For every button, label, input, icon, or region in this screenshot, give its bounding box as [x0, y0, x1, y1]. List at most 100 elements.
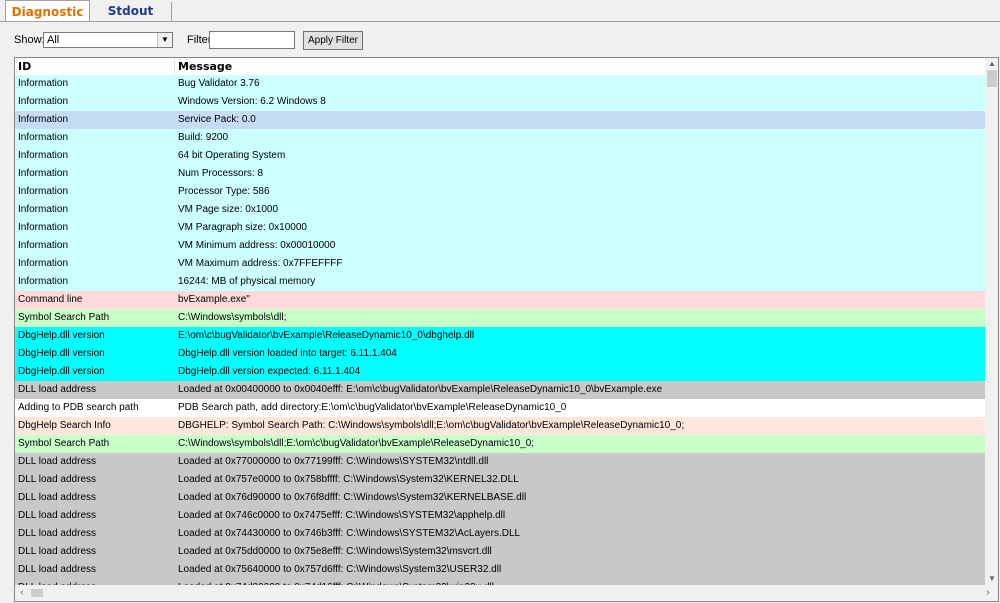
show-select[interactable]: All ▼ — [43, 32, 173, 48]
cell-message: E:\om\c\bugValidator\bvExample\ReleaseDy… — [178, 330, 475, 341]
cell-id: DLL load address — [18, 492, 97, 503]
tab-stdout[interactable]: Stdout — [90, 2, 172, 22]
cell-id: DLL load address — [18, 456, 97, 467]
cell-message: Windows Version: 6.2 Windows 8 — [178, 96, 326, 107]
table-row[interactable]: DbgHelp.dll version DbgHelp.dll version e… — [15, 363, 985, 381]
tab-diagnostic[interactable]: Diagnostic — [5, 0, 90, 22]
chevron-down-icon[interactable]: ▼ — [985, 573, 998, 585]
cell-id: Command line — [18, 294, 83, 305]
cell-id: Adding to PDB search path — [18, 402, 139, 413]
table-row[interactable]: DbgHelp.dll version E:\om\c\bugValidator\… — [15, 327, 985, 345]
table-row[interactable]: DLL load address Loaded at 0x75640000 to … — [15, 561, 985, 579]
cell-id: DLL load address — [18, 474, 97, 485]
table-row[interactable]: Information Num Processors: 8 — [15, 165, 985, 183]
table-body: Information Bug Validator 3.76 Information… — [15, 75, 985, 597]
cell-message: DbgHelp.dll version expected: 6.11.1.404 — [178, 366, 361, 377]
table-row[interactable]: Information VM Page size: 0x1000 — [15, 201, 985, 219]
chevron-right-icon[interactable]: › — [981, 585, 995, 601]
tab-panel-border — [0, 21, 1000, 22]
table-row[interactable]: DLL load address Loaded at 0x77000000 to … — [15, 453, 985, 471]
cell-message: bvExample.exe" — [178, 294, 250, 305]
cell-message: Loaded at 0x74430000 to 0x746b3fff: C:\W… — [178, 528, 521, 539]
table-row[interactable]: DLL load address Loaded at 0x757e0000 to … — [15, 471, 985, 489]
table-row[interactable]: DLL load address Loaded at 0x76d90000 to … — [15, 489, 985, 507]
table-row[interactable]: Information VM Maximum address: 0x7FFEFFF… — [15, 255, 985, 273]
cell-id: DLL load address — [18, 546, 97, 557]
table-row[interactable]: DLL load address Loaded at 0x75dd0000 to … — [15, 543, 985, 561]
cell-id: DbgHelp.dll version — [18, 330, 105, 341]
cell-message: Processor Type: 586 — [178, 186, 270, 197]
column-header-message[interactable]: Message — [175, 58, 985, 75]
cell-message: DBGHELP: Symbol Search Path: C:\Windows\… — [178, 420, 685, 431]
table-row[interactable]: DLL load address Loaded at 0x746c0000 to … — [15, 507, 985, 525]
table-row[interactable]: Information Build: 9200 — [15, 129, 985, 147]
cell-message: 64 bit Operating System — [178, 150, 286, 161]
chevron-up-icon[interactable]: ▲ — [985, 58, 998, 70]
cell-id: Symbol Search Path — [18, 438, 110, 449]
diagnostic-list[interactable]: ID Message Information Bug Validator 3.76… — [14, 57, 999, 602]
chevron-down-icon[interactable]: ▼ — [157, 33, 172, 47]
cell-message: VM Paragraph size: 0x10000 — [178, 222, 307, 233]
cell-message: DbgHelp.dll version loaded into target: … — [178, 348, 397, 359]
cell-id: Symbol Search Path — [18, 312, 110, 323]
cell-message: C:\Windows\symbols\dll; — [178, 312, 287, 323]
cell-message: 16244: MB of physical memory — [178, 276, 316, 287]
cell-id: Information — [18, 240, 69, 251]
table-row[interactable]: Information Processor Type: 586 — [15, 183, 985, 201]
table-row[interactable]: Information VM Minimum address: 0x0001000… — [15, 237, 985, 255]
table-row[interactable]: Information VM Paragraph size: 0x10000 — [15, 219, 985, 237]
table-row[interactable]: Information 16244: MB of physical memory — [15, 273, 985, 291]
show-select-value: All — [47, 34, 60, 46]
cell-id: Information — [18, 276, 69, 287]
table-header: ID Message — [15, 58, 985, 75]
filter-toolbar: Show: All ▼ Filter: Apply Filter — [0, 29, 1000, 53]
table-row[interactable]: Symbol Search Path C:\Windows\symbols\dll… — [15, 435, 985, 453]
cell-id: Information — [18, 258, 69, 269]
cell-message: VM Maximum address: 0x7FFEFFFF — [178, 258, 343, 269]
cell-message: VM Page size: 0x1000 — [178, 204, 279, 215]
filter-input[interactable] — [209, 31, 295, 49]
table-row[interactable]: Information 64 bit Operating System — [15, 147, 985, 165]
cell-id: Information — [18, 168, 69, 179]
cell-id: Information — [18, 114, 69, 125]
cell-message: Bug Validator 3.76 — [178, 78, 260, 89]
cell-message: Loaded at 0x75dd0000 to 0x75e8efff: C:\W… — [178, 546, 492, 557]
cell-id: DLL load address — [18, 564, 97, 575]
cell-message: Loaded at 0x77000000 to 0x77199fff: C:\W… — [178, 456, 489, 467]
cell-message: Loaded at 0x757e0000 to 0x758bffff: C:\W… — [178, 474, 519, 485]
cell-id: DbgHelp.dll version — [18, 348, 105, 359]
table-row[interactable]: Adding to PDB search path PDB Search path… — [15, 399, 985, 417]
table-row[interactable]: Information Windows Version: 6.2 Windows … — [15, 93, 985, 111]
cell-message: Num Processors: 8 — [178, 168, 264, 179]
cell-id: DLL load address — [18, 528, 97, 539]
tab-bar: Diagnostic Stdout — [0, 0, 1000, 22]
table-row[interactable]: Symbol Search Path C:\Windows\symbols\dll… — [15, 309, 985, 327]
table-row[interactable]: DLL load address Loaded at 0x00400000 to … — [15, 381, 985, 399]
horizontal-scroll-thumb[interactable] — [31, 589, 43, 597]
cell-id: DbgHelp Search Info — [18, 420, 111, 431]
cell-message: Service Pack: 0.0 — [178, 114, 256, 125]
cell-message: C:\Windows\symbols\dll;E:\om\c\bugValida… — [178, 438, 535, 449]
table-row[interactable]: DbgHelp.dll version DbgHelp.dll version l… — [15, 345, 985, 363]
chevron-left-icon[interactable]: ‹ — [15, 585, 29, 601]
cell-message: Build: 9200 — [178, 132, 229, 143]
apply-filter-button[interactable]: Apply Filter — [303, 31, 363, 50]
table-row[interactable]: Command line bvExample.exe" — [15, 291, 985, 309]
table-row[interactable]: DLL load address Loaded at 0x74430000 to … — [15, 525, 985, 543]
column-header-id[interactable]: ID — [15, 58, 175, 75]
table-row[interactable]: DbgHelp Search Info DBGHELP: Symbol Searc… — [15, 417, 985, 435]
vertical-scroll-thumb[interactable] — [987, 70, 997, 87]
cell-id: DLL load address — [18, 510, 97, 521]
cell-message: Loaded at 0x75640000 to 0x757d6fff: C:\W… — [178, 564, 502, 575]
cell-id: Information — [18, 78, 69, 89]
cell-id: Information — [18, 222, 69, 233]
vertical-scrollbar[interactable]: ▲ ▼ — [985, 58, 998, 585]
cell-id: Information — [18, 150, 69, 161]
cell-id: Information — [18, 132, 69, 143]
table-row[interactable]: Information Bug Validator 3.76 — [15, 75, 985, 93]
cell-message: VM Minimum address: 0x00010000 — [178, 240, 336, 251]
cell-id: Information — [18, 96, 69, 107]
cell-message: Loaded at 0x76d90000 to 0x76f8dfff: C:\W… — [178, 492, 527, 503]
horizontal-scrollbar[interactable]: ‹ › — [15, 585, 998, 601]
table-row[interactable]: Information Service Pack: 0.0 — [15, 111, 985, 129]
